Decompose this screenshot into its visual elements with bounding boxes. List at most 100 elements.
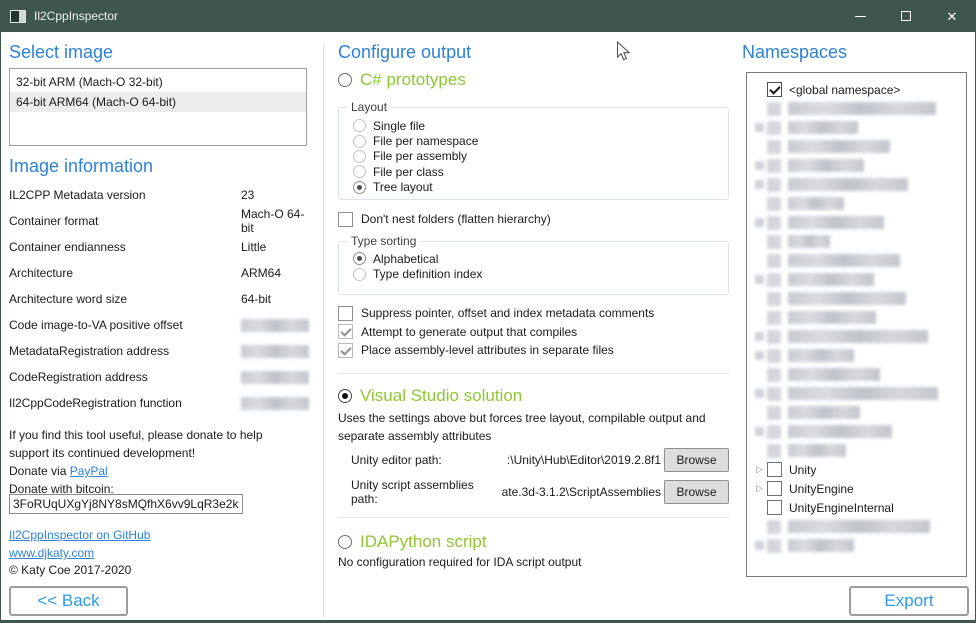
redacted-value bbox=[241, 397, 309, 410]
redacted-checkbox bbox=[767, 292, 781, 306]
redacted-checkbox bbox=[767, 159, 781, 173]
redacted-expander bbox=[752, 351, 767, 360]
namespace-item[interactable] bbox=[747, 213, 966, 232]
namespace-item[interactable] bbox=[747, 346, 966, 365]
namespace-checkbox[interactable] bbox=[767, 500, 782, 515]
checkbox-label: Place assembly-level attributes in separ… bbox=[361, 343, 614, 357]
idapython-radio[interactable]: IDAPython script bbox=[338, 529, 487, 555]
app-window: Il2CppInspector ✕ Select image 32-bit AR… bbox=[0, 0, 976, 623]
namespace-item[interactable]: ▷UnityEngine bbox=[747, 479, 966, 498]
radio-option[interactable]: File per class bbox=[353, 164, 725, 179]
namespace-item[interactable] bbox=[747, 175, 966, 194]
namespace-item[interactable] bbox=[747, 441, 966, 460]
namespace-item[interactable] bbox=[747, 251, 966, 270]
namespace-checkbox[interactable] bbox=[767, 481, 782, 496]
namespace-checkbox[interactable] bbox=[767, 82, 782, 97]
redacted-expander bbox=[752, 123, 767, 132]
close-button[interactable]: ✕ bbox=[929, 0, 975, 32]
visual-studio-description: Uses the settings above but forces tree … bbox=[338, 409, 720, 445]
namespace-item[interactable]: UnityEngineInternal bbox=[747, 498, 966, 517]
checkbox-icon bbox=[338, 306, 353, 321]
unity-editor-path-label: Unity editor path: bbox=[351, 453, 481, 467]
namespace-item[interactable] bbox=[747, 289, 966, 308]
namespace-item[interactable]: <global namespace> bbox=[747, 80, 966, 99]
checkbox-row[interactable]: Suppress pointer, offset and index metad… bbox=[338, 304, 654, 323]
namespace-item[interactable] bbox=[747, 270, 966, 289]
radio-option[interactable]: Single file bbox=[353, 118, 725, 133]
redacted-label bbox=[788, 140, 890, 153]
redacted-checkbox bbox=[767, 425, 781, 439]
namespace-checkbox[interactable] bbox=[767, 462, 782, 477]
image-info-rows: IL2CPP Metadata version23Container forma… bbox=[9, 182, 309, 416]
radio-option[interactable]: File per assembly bbox=[353, 149, 725, 164]
chevron-right-icon: ▷ bbox=[756, 484, 763, 493]
back-button[interactable]: << Back bbox=[9, 586, 128, 616]
namespace-item[interactable] bbox=[747, 536, 966, 555]
unity-editor-path-value[interactable]: :\Unity\Hub\Editor\2019.2.8f1 bbox=[481, 453, 661, 467]
namespace-item[interactable] bbox=[747, 403, 966, 422]
minimize-button[interactable] bbox=[837, 0, 883, 32]
namespace-item[interactable] bbox=[747, 118, 966, 137]
radio-option[interactable]: Tree layout bbox=[353, 180, 725, 195]
namespace-list[interactable]: <global namespace>▷Unity▷UnityEngineUnit… bbox=[746, 72, 967, 577]
titlebar[interactable]: Il2CppInspector ✕ bbox=[1, 0, 975, 32]
bitcoin-address-input[interactable] bbox=[9, 494, 243, 514]
maximize-button[interactable] bbox=[883, 0, 929, 32]
namespace-item[interactable] bbox=[747, 194, 966, 213]
info-row: ArchitectureARM64 bbox=[9, 260, 309, 286]
redacted-checkbox bbox=[767, 254, 781, 268]
namespace-item[interactable] bbox=[747, 384, 966, 403]
redacted-expander bbox=[752, 218, 767, 227]
redacted-label bbox=[788, 520, 930, 533]
namespace-item[interactable] bbox=[747, 327, 966, 346]
checkbox-row[interactable]: Place assembly-level attributes in separ… bbox=[338, 341, 654, 360]
type-sorting-groupbox-title: Type sorting bbox=[347, 234, 420, 248]
image-list-item[interactable]: 32-bit ARM (Mach-O 32-bit) bbox=[10, 72, 306, 92]
namespace-item[interactable] bbox=[747, 156, 966, 175]
namespace-item[interactable] bbox=[747, 422, 966, 441]
donate-line2: support its continued development! bbox=[9, 446, 195, 460]
namespace-item[interactable] bbox=[747, 232, 966, 251]
info-row: MetadataRegistration address bbox=[9, 338, 309, 364]
info-label: CodeRegistration address bbox=[9, 370, 241, 384]
namespace-item[interactable] bbox=[747, 308, 966, 327]
redacted-value bbox=[241, 371, 309, 384]
radio-option[interactable]: Alphabetical bbox=[353, 251, 725, 267]
namespace-label: Unity bbox=[789, 463, 816, 477]
namespace-item[interactable] bbox=[747, 517, 966, 536]
checkbox-row[interactable]: Attempt to generate output that compiles bbox=[338, 323, 654, 342]
image-list-item[interactable]: 64-bit ARM64 (Mach-O 64-bit) bbox=[10, 92, 306, 112]
redacted-label bbox=[788, 406, 860, 419]
browse-assemblies-button[interactable]: Browse bbox=[664, 480, 729, 504]
redacted-checkbox bbox=[767, 102, 781, 116]
redacted-expander bbox=[752, 541, 767, 550]
github-link[interactable]: Il2CppInspector on GitHub bbox=[9, 528, 150, 542]
radio-option[interactable]: Type definition index bbox=[353, 267, 725, 283]
paypal-link[interactable]: PayPal bbox=[70, 464, 108, 478]
namespace-item[interactable] bbox=[747, 99, 966, 118]
csharp-prototypes-radio[interactable]: C# prototypes bbox=[338, 67, 466, 93]
radio-icon bbox=[353, 165, 366, 178]
radio-option-label: File per namespace bbox=[373, 134, 478, 148]
app-icon-left bbox=[11, 11, 19, 22]
visual-studio-radio[interactable]: Visual Studio solution bbox=[338, 383, 522, 409]
column-separator bbox=[323, 44, 324, 617]
redacted-label bbox=[788, 197, 844, 210]
namespace-item[interactable]: ▷Unity bbox=[747, 460, 966, 479]
radio-option[interactable]: File per namespace bbox=[353, 133, 725, 148]
namespace-item[interactable] bbox=[747, 365, 966, 384]
unity-assemblies-path-value[interactable]: ate.3d-3.1.2\ScriptAssemblies bbox=[481, 485, 661, 499]
redacted-expander bbox=[752, 427, 767, 436]
flatten-checkbox-row[interactable]: Don't nest folders (flatten hierarchy) bbox=[338, 210, 551, 228]
image-list[interactable]: 32-bit ARM (Mach-O 32-bit)64-bit ARM64 (… bbox=[9, 68, 307, 146]
redacted-expander bbox=[752, 389, 767, 398]
radio-option-label: Tree layout bbox=[373, 180, 433, 194]
namespace-item[interactable] bbox=[747, 137, 966, 156]
website-link[interactable]: www.djkaty.com bbox=[9, 546, 94, 560]
browse-editor-button[interactable]: Browse bbox=[664, 448, 729, 472]
namespaces-panel: Namespaces <global namespace>▷Unity▷Unit… bbox=[742, 32, 969, 620]
export-button[interactable]: Export bbox=[849, 586, 969, 616]
info-value: ARM64 bbox=[241, 266, 281, 280]
app-icon bbox=[10, 10, 26, 23]
redacted-expander-blob bbox=[755, 389, 764, 398]
